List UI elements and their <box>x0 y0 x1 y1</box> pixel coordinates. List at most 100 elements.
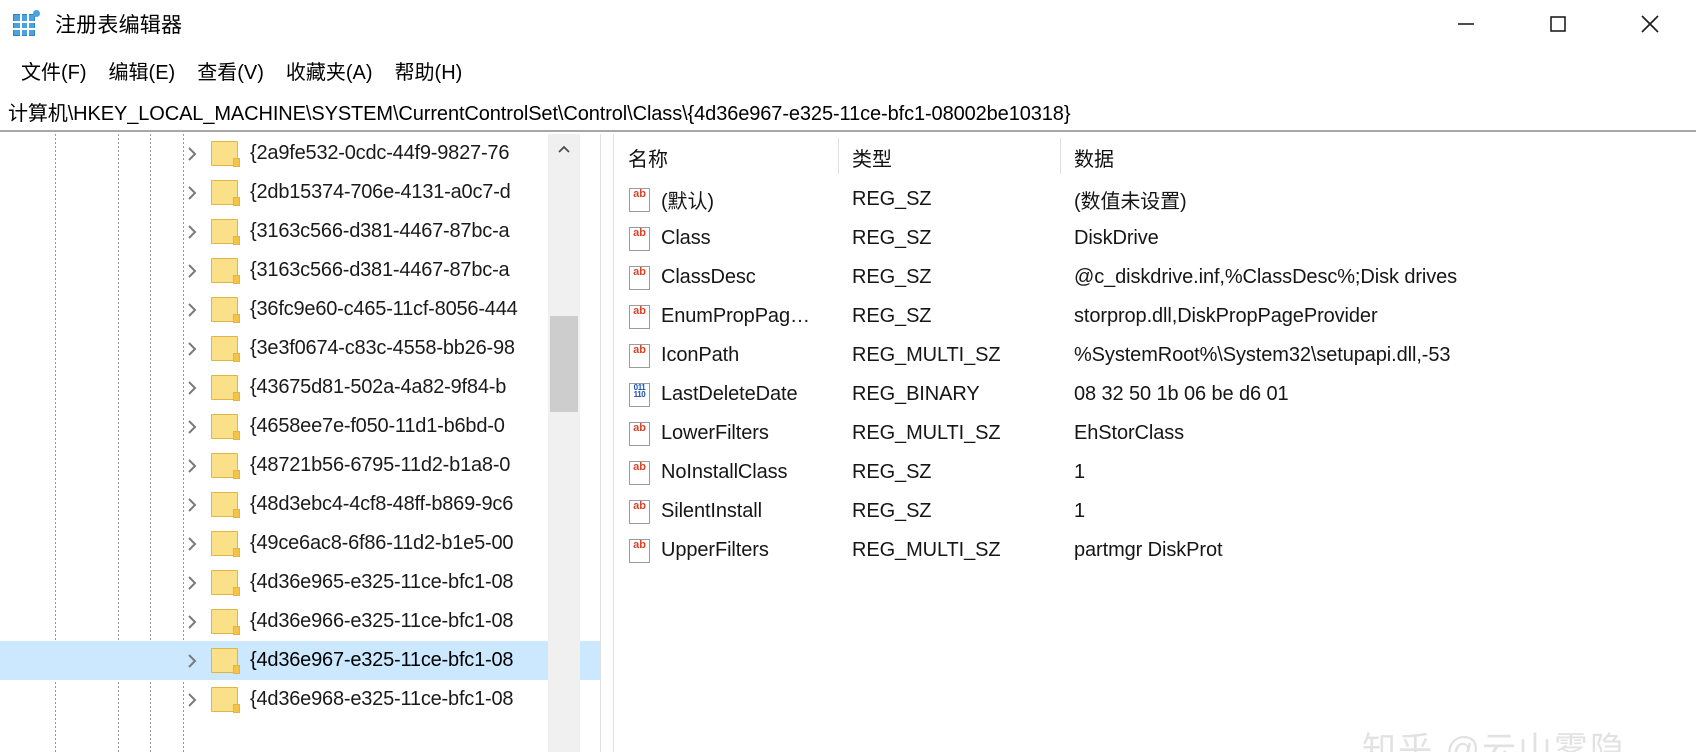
folder-icon <box>211 609 240 635</box>
string-value-icon: ab <box>628 538 652 564</box>
value-data-cell: @c_diskdrive.inf,%ClassDesc%;Disk drives <box>1074 266 1458 288</box>
chevron-right-icon[interactable] <box>181 223 203 241</box>
value-row[interactable]: ab Class REG_SZ DiskDrive <box>614 219 1696 258</box>
chevron-right-icon[interactable] <box>181 184 203 202</box>
value-row[interactable]: 011 110 LastDeleteDate REG_BINARY 08 32 50 1… <box>614 375 1696 414</box>
pane-splitter[interactable] <box>600 134 614 752</box>
column-header-name[interactable]: 名称 <box>614 134 838 180</box>
value-name-cell: ab NoInstallClass <box>614 460 838 486</box>
menu-help[interactable]: 帮助(H) <box>384 53 474 88</box>
value-data-cell: DiskDrive <box>1074 227 1159 249</box>
tree-item[interactable]: {43675d81-502a-4a82-9f84-b <box>0 368 600 407</box>
chevron-right-icon[interactable] <box>181 652 203 670</box>
menu-file[interactable]: 文件(F) <box>10 53 98 88</box>
folder-icon <box>211 141 240 167</box>
tree-item[interactable]: {3e3f0674-c83c-4558-bb26-98 <box>0 329 600 368</box>
folder-icon <box>211 414 240 440</box>
chevron-right-icon[interactable] <box>181 145 203 163</box>
string-value-icon: ab <box>628 343 652 369</box>
tree-item-label: {3163c566-d381-4467-87bc-a <box>250 259 510 281</box>
value-type-cell: REG_SZ <box>852 461 932 483</box>
value-row[interactable]: ab NoInstallClass REG_SZ 1 <box>614 453 1696 492</box>
tree-item[interactable]: {3163c566-d381-4467-87bc-a <box>0 212 600 251</box>
chevron-right-icon[interactable] <box>181 379 203 397</box>
value-row[interactable]: ab UpperFilters REG_MULTI_SZ partmgr DiskPr… <box>614 531 1696 570</box>
menu-edit[interactable]: 编辑(E) <box>98 53 187 88</box>
scroll-up-button[interactable] <box>548 134 580 166</box>
tree-item[interactable]: {49ce6ac8-6f86-11d2-b1e5-00 <box>0 524 600 563</box>
folder-icon <box>211 648 240 674</box>
tree-item[interactable]: {4658ee7e-f050-11d1-b6bd-0 <box>0 407 600 446</box>
chevron-right-icon[interactable] <box>181 301 203 319</box>
value-row[interactable]: ab EnumPropPag… REG_SZ storprop.dll,DiskPro… <box>614 297 1696 336</box>
string-value-icon: ab <box>628 187 652 213</box>
value-type-cell: REG_MULTI_SZ <box>852 422 1001 444</box>
tree-item-label: {48721b56-6795-11d2-b1a8-0 <box>250 454 511 476</box>
value-name: LastDeleteDate <box>661 383 798 405</box>
tree-item-label: {43675d81-502a-4a82-9f84-b <box>250 376 507 398</box>
value-row[interactable]: ab LowerFilters REG_MULTI_SZ EhStorClass <box>614 414 1696 453</box>
chevron-right-icon[interactable] <box>181 574 203 592</box>
value-name-cell: ab Class <box>614 226 838 252</box>
address-bar[interactable]: 计算机\HKEY_LOCAL_MACHINE\SYSTEM\CurrentCon… <box>0 92 1696 132</box>
minimize-icon <box>1458 23 1474 25</box>
menu-favorites[interactable]: 收藏夹(A) <box>275 53 384 88</box>
tree-item[interactable]: {2a9fe532-0cdc-44f9-9827-76 <box>0 134 600 173</box>
registry-values-pane[interactable]: 名称 类型 数据 ab (默认) REG_SZ (数值未设置) ab Class REG_S… <box>614 134 1696 752</box>
chevron-right-icon[interactable] <box>181 613 203 631</box>
tree-item-label: {4d36e966-e325-11ce-bfc1-08 <box>250 610 514 632</box>
value-row[interactable]: ab IconPath REG_MULTI_SZ %SystemRoot%\Syste… <box>614 336 1696 375</box>
tree-item[interactable]: {48721b56-6795-11d2-b1a8-0 <box>0 446 600 485</box>
value-name: SilentInstall <box>661 500 762 522</box>
value-name: Class <box>661 227 711 249</box>
chevron-right-icon[interactable] <box>181 496 203 514</box>
registry-tree-pane[interactable]: {2a9fe532-0cdc-44f9-9827-76 {2db15374-706… <box>0 134 600 752</box>
menu-view[interactable]: 查看(V) <box>186 53 275 88</box>
value-name: UpperFilters <box>661 539 769 561</box>
chevron-right-icon[interactable] <box>181 457 203 475</box>
value-data-cell: 1 <box>1074 461 1086 483</box>
value-name: LowerFilters <box>661 422 769 444</box>
tree-item[interactable]: {36fc9e60-c465-11cf-8056-444 <box>0 290 600 329</box>
value-row[interactable]: ab SilentInstall REG_SZ 1 <box>614 492 1696 531</box>
tree-item[interactable]: {4d36e967-e325-11ce-bfc1-08 <box>0 641 600 680</box>
chevron-right-icon[interactable] <box>181 691 203 709</box>
value-type-cell: REG_MULTI_SZ <box>852 344 1001 366</box>
tree-item[interactable]: {4d36e965-e325-11ce-bfc1-08 <box>0 563 600 602</box>
column-header-type[interactable]: 类型 <box>838 134 1060 180</box>
menu-bar: 文件(F) 编辑(E) 查看(V) 收藏夹(A) 帮助(H) <box>0 48 1696 92</box>
value-row[interactable]: ab (默认) REG_SZ (数值未设置) <box>614 180 1696 219</box>
tree-item[interactable]: {4d36e968-e325-11ce-bfc1-08 <box>0 680 600 719</box>
chevron-right-icon[interactable] <box>181 340 203 358</box>
value-row[interactable]: ab ClassDesc REG_SZ @c_diskdrive.inf,%Class… <box>614 258 1696 297</box>
value-type-cell: REG_SZ <box>852 188 932 210</box>
value-data-cell: %SystemRoot%\System32\setupapi.dll,-53 <box>1074 344 1451 366</box>
tree-vertical-scrollbar[interactable] <box>548 134 580 752</box>
tree-item[interactable]: {4d36e966-e325-11ce-bfc1-08 <box>0 602 600 641</box>
close-button[interactable] <box>1604 0 1696 48</box>
minimize-button[interactable] <box>1420 0 1512 48</box>
tree-item-label: {2db15374-706e-4131-a0c7-d <box>250 181 511 203</box>
values-list: ab (默认) REG_SZ (数值未设置) ab Class REG_SZ DiskDriv… <box>614 180 1696 570</box>
chevron-right-icon[interactable] <box>181 535 203 553</box>
value-name-cell: ab UpperFilters <box>614 538 838 564</box>
scrollbar-thumb[interactable] <box>550 316 578 412</box>
tree-item-label: {3e3f0674-c83c-4558-bb26-98 <box>250 337 515 359</box>
watermark: 知乎 @云山雾隐 <box>1362 731 1626 752</box>
value-name: NoInstallClass <box>661 461 788 483</box>
value-name-cell: ab SilentInstall <box>614 499 838 525</box>
tree-item[interactable]: {3163c566-d381-4467-87bc-a <box>0 251 600 290</box>
tree-item-label: {4d36e968-e325-11ce-bfc1-08 <box>250 688 514 710</box>
value-name-cell: ab EnumPropPag… <box>614 304 838 330</box>
value-name: EnumPropPag… <box>661 305 810 327</box>
chevron-right-icon[interactable] <box>181 418 203 436</box>
value-type-cell: REG_MULTI_SZ <box>852 539 1001 561</box>
value-data-cell: 08 32 50 1b 06 be d6 01 <box>1074 383 1289 405</box>
tree-item[interactable]: {48d3ebc4-4cf8-48ff-b869-9c6 <box>0 485 600 524</box>
folder-icon <box>211 219 240 245</box>
column-header-data[interactable]: 数据 <box>1060 134 1696 180</box>
tree-item[interactable]: {2db15374-706e-4131-a0c7-d <box>0 173 600 212</box>
chevron-right-icon[interactable] <box>181 262 203 280</box>
maximize-button[interactable] <box>1512 0 1604 48</box>
close-icon <box>1641 15 1659 33</box>
